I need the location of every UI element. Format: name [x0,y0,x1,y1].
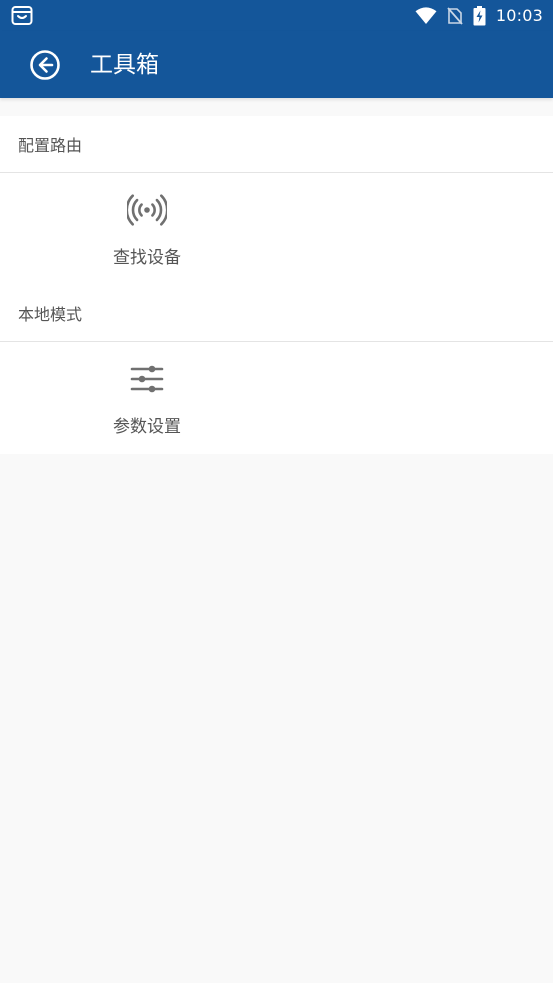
back-button[interactable] [26,47,64,83]
page-title: 工具箱 [90,52,159,78]
app-notification-icon [11,6,33,25]
tile-label-find-device: 查找设备 [113,248,181,268]
back-arrow-circle-icon [30,50,60,80]
status-icons: 10:03 [415,0,543,31]
find-device-button[interactable]: 查找设备 [92,173,202,285]
section-tiles-local-mode: 参数设置 [0,342,553,454]
sliders-settings-icon [92,362,202,396]
wifi-icon [415,6,437,25]
section-header-local-mode: 本地模式 [0,285,553,342]
tile-label-parameter-settings: 参数设置 [113,417,181,437]
section-header-config-router: 配置路由 [0,116,553,173]
section-tiles-config-router: 查找设备 [0,173,553,285]
broadcast-signal-icon [92,193,202,227]
no-sim-icon [447,6,463,25]
battery-charging-icon [473,5,486,26]
status-time: 10:03 [495,6,543,25]
status-bar: 10:03 [0,0,553,31]
toolbox-list: 配置路由 查找设备 本地模式 参数设置 [0,116,553,454]
parameter-settings-button[interactable]: 参数设置 [92,342,202,454]
app-bar: 工具箱 [0,31,553,98]
